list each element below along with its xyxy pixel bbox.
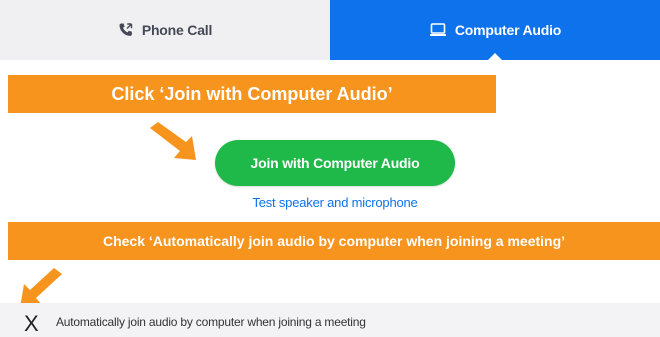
auto-join-label[interactable]: Automatically join audio by computer whe… [56,315,366,329]
monitor-icon [429,23,447,37]
tab-computer-audio[interactable]: Computer Audio [330,0,660,61]
test-speaker-link[interactable]: Test speaker and microphone [215,195,455,210]
phone-icon [118,22,134,38]
audio-tabs: Phone Call Computer Audio [0,0,660,61]
annotation-step2-banner: Check ‘Automatically join audio by compu… [8,222,660,260]
tab-computer-audio-label: Computer Audio [454,22,562,38]
annotation-step1-banner: Click ‘Join with Computer Audio’ [8,75,496,113]
tab-phone-call-label: Phone Call [141,22,213,38]
arrow-icon [148,122,204,171]
join-with-computer-audio-button[interactable]: Join with Computer Audio [215,140,455,186]
tab-phone-call[interactable]: Phone Call [0,0,330,60]
auto-join-checkbox[interactable]: X [24,313,39,335]
